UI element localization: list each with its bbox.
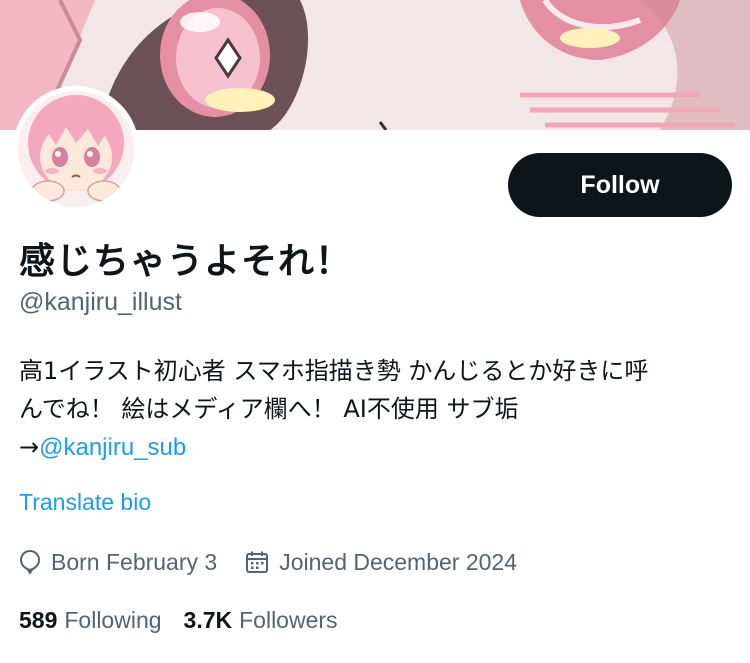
balloon-icon: [19, 549, 41, 575]
followers-link[interactable]: 3.7K Followers: [184, 607, 338, 634]
following-label: Following: [64, 606, 162, 633]
user-handle: @kanjiru_illust: [19, 288, 182, 316]
calendar-icon: [246, 551, 269, 573]
profile-meta: Born February 3 Joined December 2024: [19, 546, 545, 578]
birthday-info: Born February 3: [19, 549, 217, 576]
follow-stats: 589 Following 3.7K Followers: [19, 604, 360, 636]
followers-label: Followers: [239, 606, 338, 633]
display-name: 感じちゃうよそれ！: [19, 241, 353, 282]
birthday-text: Born February 3: [51, 548, 218, 575]
profile-avatar[interactable]: [13, 86, 139, 212]
avatar-illustration: [18, 91, 134, 207]
following-count: 589: [19, 606, 58, 633]
bio-line-1: 高1イラスト初心者 スマホ指描き勢 かんじるとか好きに呼: [19, 357, 649, 385]
following-link[interactable]: 589 Following: [19, 607, 162, 634]
followers-count: 3.7K: [183, 606, 233, 633]
profile-bio: 高1イラスト初心者 スマホ指描き勢 かんじるとか好きに呼 んでね！ 絵はメディア…: [19, 352, 719, 467]
translate-bio-link[interactable]: Translate bio: [19, 489, 151, 516]
bio-line-3: →@kanjiru_sub: [19, 428, 719, 467]
follow-button[interactable]: Follow: [508, 153, 732, 217]
joined-text: Joined December 2024: [279, 548, 518, 575]
joined-info: Joined December 2024: [245, 549, 517, 576]
bio-arrow: →: [19, 433, 40, 461]
bio-line-2: んでね！ 絵はメディア欄へ！ AI不使用 サブ垢: [19, 395, 519, 423]
bio-mention-link[interactable]: @kanjiru_sub: [39, 434, 186, 461]
